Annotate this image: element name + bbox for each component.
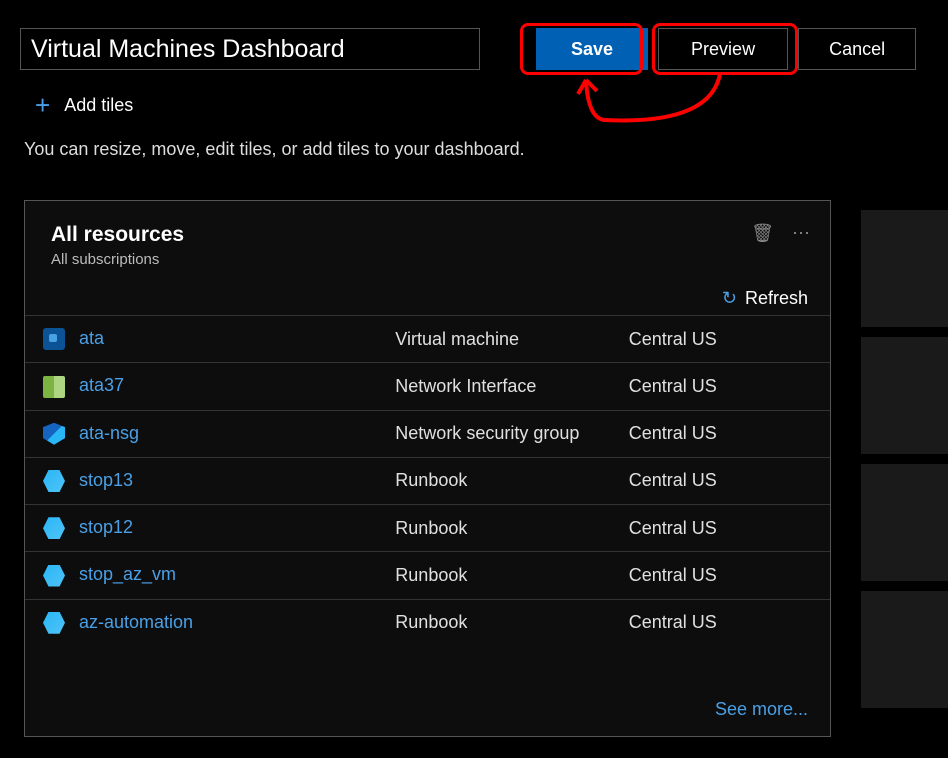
table-row: ata37 Network InterfaceCentral US: [25, 363, 830, 410]
table-row: ata Virtual machineCentral US: [25, 316, 830, 363]
resource-name-link[interactable]: ata-nsg: [79, 423, 139, 443]
sub-toolbar: + Add tiles: [0, 70, 948, 121]
resource-type-cell: Network Interface: [395, 363, 628, 410]
resource-name-link[interactable]: az-automation: [79, 612, 193, 632]
resource-type-icon: [43, 328, 65, 350]
hint-text: You can resize, move, edit tiles, or add…: [0, 121, 948, 160]
refresh-button[interactable]: ↻ Refresh: [722, 288, 808, 309]
resource-location-cell: Central US: [629, 363, 830, 410]
resource-type-cell: Network security group: [395, 410, 628, 457]
dashboard-title-input[interactable]: [20, 28, 480, 70]
resource-type-icon: [43, 470, 65, 492]
add-tiles-label: Add tiles: [64, 95, 133, 116]
table-row: az-automation RunbookCentral US: [25, 599, 830, 646]
side-tile-stack: [861, 210, 948, 718]
plus-icon: +: [35, 90, 50, 121]
resource-location-cell: Central US: [629, 505, 830, 552]
resource-type-cell: Runbook: [395, 457, 628, 504]
resource-name-link[interactable]: ata37: [79, 375, 124, 395]
top-bar: Save Preview Cancel: [0, 0, 948, 70]
placeholder-tile[interactable]: [861, 464, 948, 581]
tile-title: All resources: [51, 223, 751, 247]
save-button[interactable]: Save: [536, 28, 648, 70]
delete-tile-icon[interactable]: 🗑: [751, 223, 774, 244]
resource-name-link[interactable]: stop13: [79, 470, 133, 490]
resource-type-cell: Runbook: [395, 505, 628, 552]
resource-type-icon: [43, 423, 65, 445]
resources-table: ataVirtual machineCentral USata37Network…: [25, 315, 830, 646]
resource-location-cell: Central US: [629, 410, 830, 457]
refresh-label: Refresh: [745, 288, 808, 309]
resource-location-cell: Central US: [629, 552, 830, 599]
resource-location-cell: Central US: [629, 599, 830, 646]
resource-name-link[interactable]: stop12: [79, 517, 133, 537]
resource-type-icon: [43, 376, 65, 398]
resource-location-cell: Central US: [629, 457, 830, 504]
table-row: ata-nsg Network security groupCentral US: [25, 410, 830, 457]
all-resources-tile[interactable]: All resources All subscriptions 🗑 ⋯ ↻ Re…: [24, 200, 831, 737]
resource-location-cell: Central US: [629, 316, 830, 363]
tile-menu-icon[interactable]: ⋯: [792, 223, 810, 244]
preview-button[interactable]: Preview: [658, 28, 788, 70]
tile-area: All resources All subscriptions 🗑 ⋯ ↻ Re…: [24, 200, 929, 737]
resource-type-icon: [43, 565, 65, 587]
table-row: stop12 RunbookCentral US: [25, 505, 830, 552]
resource-type-cell: Virtual machine: [395, 316, 628, 363]
table-row: stop_az_vm RunbookCentral US: [25, 552, 830, 599]
see-more-link[interactable]: See more...: [715, 699, 808, 720]
cancel-button[interactable]: Cancel: [798, 28, 916, 70]
table-row: stop13 RunbookCentral US: [25, 457, 830, 504]
placeholder-tile[interactable]: [861, 337, 948, 454]
resource-name-link[interactable]: ata: [79, 328, 104, 348]
resource-type-icon: [43, 612, 65, 634]
resource-name-link[interactable]: stop_az_vm: [79, 564, 176, 584]
resource-type-cell: Runbook: [395, 552, 628, 599]
resource-type-cell: Runbook: [395, 599, 628, 646]
placeholder-tile[interactable]: [861, 591, 948, 708]
placeholder-tile[interactable]: [861, 210, 948, 327]
resource-type-icon: [43, 517, 65, 539]
tile-subtitle: All subscriptions: [51, 251, 751, 268]
refresh-icon: ↻: [722, 288, 737, 309]
tile-header: All resources All subscriptions 🗑 ⋯: [25, 201, 830, 274]
add-tiles-button[interactable]: + Add tiles: [35, 90, 133, 121]
